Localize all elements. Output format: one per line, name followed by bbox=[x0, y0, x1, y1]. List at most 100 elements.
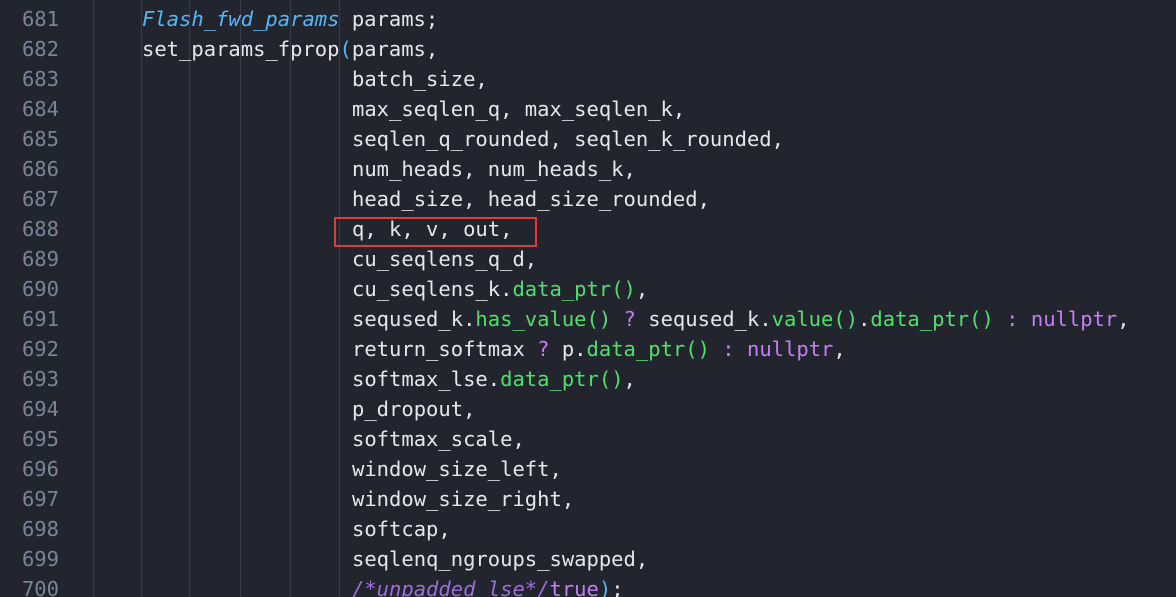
code-text: cu_seqlens_q_d, bbox=[352, 244, 537, 274]
code-token-method: has_value bbox=[475, 307, 587, 331]
code-line-695[interactable]: 695 softmax_scale, bbox=[0, 424, 1176, 454]
code-text: num_heads, num_heads_k, bbox=[352, 154, 636, 184]
code-text: max_seqlen_q, max_seqlen_k, bbox=[352, 94, 685, 124]
code-token-default: , bbox=[635, 277, 649, 301]
code-line-682[interactable]: 682 set_params_fprop(params, bbox=[0, 34, 1176, 64]
code-text: softcap, bbox=[352, 514, 451, 544]
code-token-default: p_dropout, bbox=[352, 397, 476, 421]
code-line-685[interactable]: 685 seqlen_q_rounded, seqlen_k_rounded, bbox=[0, 124, 1176, 154]
line-number: 687 bbox=[21, 187, 59, 211]
code-text: return_softmax ? p.data_ptr() : nullptr, bbox=[352, 334, 846, 364]
line-number: 682 bbox=[21, 37, 59, 61]
code-token-method: data_ptr bbox=[586, 337, 686, 361]
code-token-default: seqused_k. bbox=[648, 307, 772, 331]
code-line-689[interactable]: 689 cu_seqlens_q_d, bbox=[0, 244, 1176, 274]
code-token-default: seqused_k. bbox=[352, 307, 476, 331]
line-number: 690 bbox=[21, 277, 59, 301]
code-text: Flash_fwd_params params; bbox=[142, 4, 438, 34]
code-token-keyword: true bbox=[549, 577, 599, 597]
code-token-type: Flash_fwd_params bbox=[142, 7, 340, 31]
code-text: window_size_left, bbox=[352, 454, 562, 484]
code-token-default: set_params_fprop bbox=[142, 37, 340, 61]
code-token-default: . bbox=[858, 307, 871, 331]
code-token-method: () bbox=[611, 277, 636, 301]
code-line-686[interactable]: 686 num_heads, num_heads_k, bbox=[0, 154, 1176, 184]
line-number: 686 bbox=[21, 157, 59, 181]
line-number: 683 bbox=[21, 67, 59, 91]
code-line-683[interactable]: 683 batch_size, bbox=[0, 64, 1176, 94]
code-token-method: () bbox=[685, 337, 710, 361]
code-text: cu_seqlens_k.data_ptr(), bbox=[352, 274, 648, 304]
code-token-operator: : bbox=[709, 337, 747, 361]
code-token-default: window_size_right, bbox=[352, 487, 575, 511]
code-token-default: seqlen_q_rounded, seqlen_k_rounded, bbox=[352, 127, 784, 151]
line-number: 696 bbox=[21, 457, 59, 481]
code-line-696[interactable]: 696 window_size_left, bbox=[0, 454, 1176, 484]
line-number: 691 bbox=[21, 307, 59, 331]
code-token-default: return_softmax bbox=[352, 337, 525, 361]
code-token-default: num_heads, num_heads_k, bbox=[352, 157, 636, 181]
code-text: softmax_lse.data_ptr(), bbox=[352, 364, 636, 394]
code-token-paren: ) bbox=[598, 577, 612, 597]
line-number: 697 bbox=[21, 487, 59, 511]
line-number: 692 bbox=[21, 337, 59, 361]
code-line-700[interactable]: 700 /*unpadded_lse*/true); bbox=[0, 574, 1176, 597]
code-token-default: seqlenq_ngroups_swapped, bbox=[352, 547, 649, 571]
code-token-default: max_seqlen_q, max_seqlen_k, bbox=[352, 97, 686, 121]
line-number: 689 bbox=[21, 247, 59, 271]
code-line-691[interactable]: 691 seqused_k.has_value() ? seqused_k.val… bbox=[0, 304, 1176, 334]
code-token-operator: : bbox=[993, 307, 1031, 331]
code-line-699[interactable]: 699 seqlenq_ngroups_swapped, bbox=[0, 544, 1176, 574]
code-text: seqused_k.has_value() ? seqused_k.value(… bbox=[352, 304, 1130, 334]
code-token-default: , bbox=[1117, 307, 1130, 331]
code-token-comment: /*unpadded_lse*/ bbox=[352, 577, 550, 597]
code-line-690[interactable]: 690 cu_seqlens_k.data_ptr(), bbox=[0, 274, 1176, 304]
code-token-default: softmax_lse. bbox=[352, 367, 501, 391]
code-token-default: params; bbox=[339, 7, 439, 31]
code-token-default: params, bbox=[351, 37, 439, 61]
line-number: 693 bbox=[21, 367, 59, 391]
code-line-697[interactable]: 697 window_size_right, bbox=[0, 484, 1176, 514]
code-token-default: softmax_scale, bbox=[352, 427, 525, 451]
line-number: 681 bbox=[21, 7, 59, 31]
code-token-method: () bbox=[586, 307, 612, 331]
code-text: seqlenq_ngroups_swapped, bbox=[352, 544, 648, 574]
code-token-keyword: nullptr bbox=[1030, 307, 1118, 331]
code-text: softmax_scale, bbox=[352, 424, 525, 454]
code-text: batch_size, bbox=[352, 64, 488, 94]
line-number: 684 bbox=[21, 97, 59, 121]
code-text: head_size, head_size_rounded, bbox=[352, 184, 710, 214]
code-token-method: data_ptr bbox=[870, 307, 970, 331]
code-token-method: data_ptr bbox=[512, 277, 612, 301]
code-token-default: q, k, v, out, bbox=[352, 217, 513, 241]
code-token-default: softcap, bbox=[352, 517, 451, 541]
code-text: p_dropout, bbox=[352, 394, 475, 424]
code-line-693[interactable]: 693 softmax_lse.data_ptr(), bbox=[0, 364, 1176, 394]
code-line-684[interactable]: 684 max_seqlen_q, max_seqlen_k, bbox=[0, 94, 1176, 124]
code-line-694[interactable]: 694 p_dropout, bbox=[0, 394, 1176, 424]
line-number: 695 bbox=[21, 427, 59, 451]
code-text: /*unpadded_lse*/true); bbox=[352, 574, 624, 597]
code-line-692[interactable]: 692 return_softmax ? p.data_ptr() : nullp… bbox=[0, 334, 1176, 364]
code-token-default: cu_seqlens_k. bbox=[352, 277, 513, 301]
code-token-operator: ? bbox=[524, 337, 562, 361]
code-token-default: , bbox=[623, 367, 636, 391]
code-token-default: ; bbox=[611, 577, 624, 597]
code-line-698[interactable]: 698 softcap, bbox=[0, 514, 1176, 544]
code-token-method: () bbox=[598, 367, 624, 391]
code-token-operator: ? bbox=[611, 307, 649, 331]
code-token-default: p. bbox=[561, 337, 587, 361]
code-line-687[interactable]: 687 head_size, head_size_rounded, bbox=[0, 184, 1176, 214]
code-editor[interactable]: 681 Flash_fwd_params params; 682 set_params… bbox=[0, 0, 1176, 597]
line-number: 694 bbox=[21, 397, 59, 421]
code-token-keyword: nullptr bbox=[746, 337, 834, 361]
code-text: window_size_right, bbox=[352, 484, 574, 514]
code-token-method: () bbox=[833, 307, 859, 331]
code-token-default: , bbox=[833, 337, 846, 361]
code-line-688[interactable]: 688 q, k, v, out, bbox=[0, 214, 1176, 244]
code-token-method: data_ptr bbox=[500, 367, 599, 391]
code-token-method: () bbox=[969, 307, 994, 331]
line-number: 688 bbox=[21, 217, 59, 241]
line-number: 698 bbox=[21, 517, 59, 541]
code-line-681[interactable]: 681 Flash_fwd_params params; bbox=[0, 4, 1176, 34]
